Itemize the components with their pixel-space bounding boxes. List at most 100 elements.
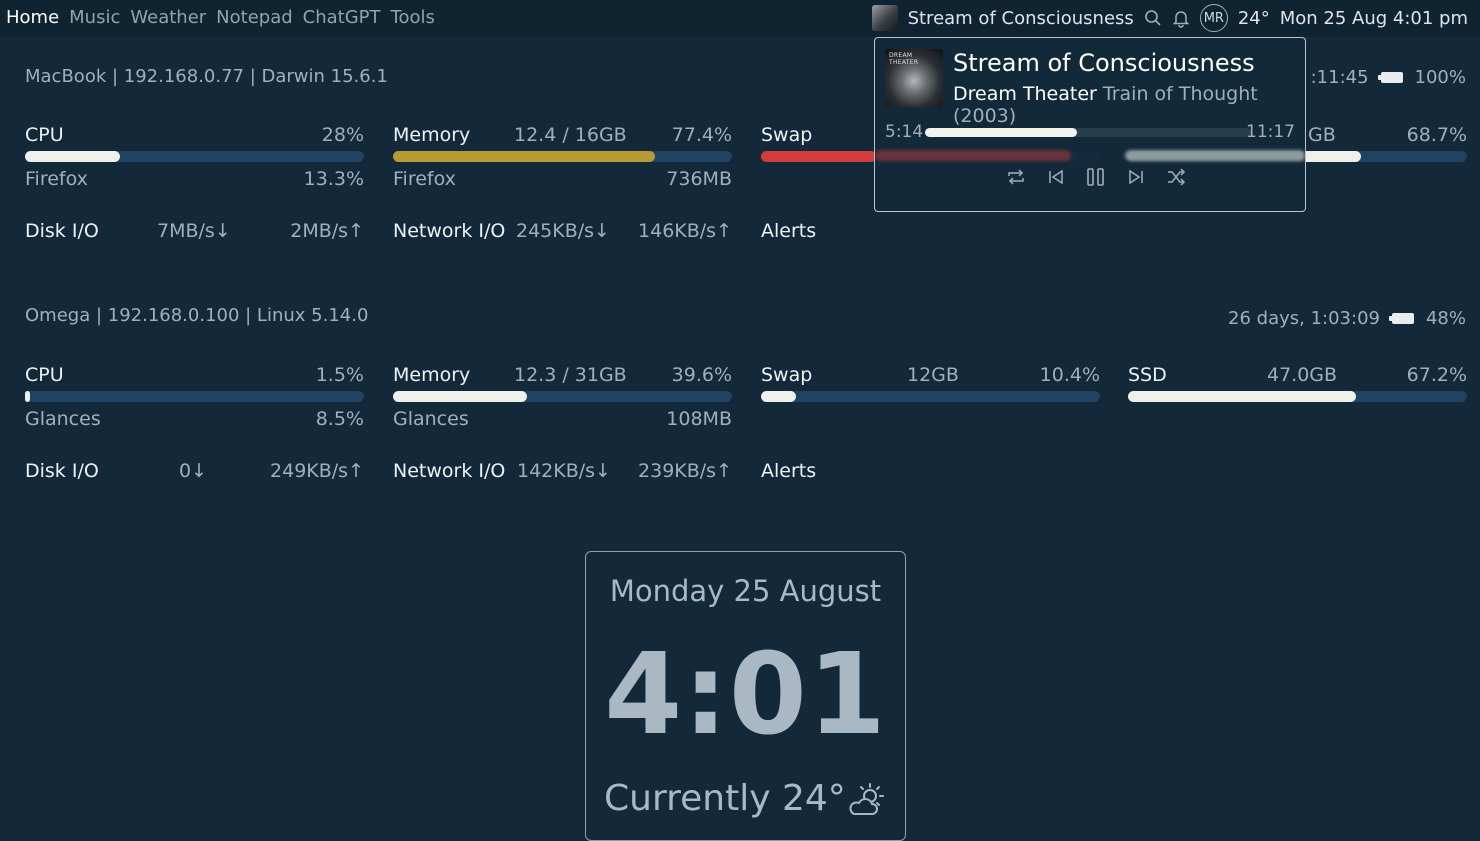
tab-music[interactable]: Music — [69, 7, 120, 28]
top-process: Firefox — [25, 168, 88, 190]
top-process: Glances — [25, 408, 101, 430]
top-process-value: 13.3% — [303, 168, 364, 190]
usage-bar-fill — [1128, 391, 1356, 402]
playback-scrubber[interactable] — [925, 128, 1251, 137]
alerts: Alerts — [761, 460, 1100, 486]
search-icon[interactable] — [1144, 9, 1162, 27]
topbar-datetime[interactable]: Mon 25 Aug 4:01 pm — [1280, 8, 1468, 29]
metric-percent: 10.4% — [1039, 364, 1100, 386]
alerts-label[interactable]: Alerts — [761, 460, 816, 482]
next-icon[interactable] — [1125, 166, 1147, 188]
metric-percent: 1.5% — [315, 364, 364, 386]
playback-progress — [925, 128, 1077, 137]
memory-widget: Memory 12.3 / 31GB 39.6% Glances 108MB — [393, 364, 732, 432]
top-process: Glances — [393, 408, 469, 430]
previous-icon[interactable] — [1045, 166, 1067, 188]
usage-bar-fill — [761, 391, 797, 402]
io-label: Disk I/O — [25, 460, 99, 482]
nav-tabs: Home Music Weather Notepad ChatGPT Tools — [6, 7, 435, 28]
top-process-value: 8.5% — [315, 408, 364, 430]
now-playing-title[interactable]: Stream of Consciousness — [908, 8, 1134, 29]
now-playing-album-art[interactable] — [871, 5, 898, 31]
memory-widget: Memory 12.4 / 16GB 77.4% Firefox 736MB — [393, 124, 732, 192]
clock-time: 4:01 — [604, 630, 887, 760]
io-label: Disk I/O — [25, 220, 99, 242]
usage-bar — [25, 151, 364, 162]
io-upload-rate: 146KB/s↑ — [638, 220, 732, 242]
usage-bar-fill — [393, 151, 656, 162]
current-weather: Currently 24° — [604, 778, 846, 819]
ghost-bar — [1125, 150, 1305, 161]
network-io: Network I/O 142KB/s↓ 239KB/s↑ — [393, 460, 732, 486]
io-upload-rate: 239KB/s↑ — [638, 460, 732, 482]
top-process-value: 108MB — [666, 408, 732, 430]
shuffle-icon[interactable] — [1165, 166, 1187, 188]
bell-icon[interactable] — [1172, 8, 1190, 28]
metric-detail: 47.0GB — [1267, 364, 1338, 386]
host-header-omega: Omega | 192.168.0.100 | Linux 5.14.0 — [25, 305, 369, 326]
metric-percent: 67.2% — [1406, 364, 1467, 386]
repeat-icon[interactable] — [1005, 166, 1027, 188]
usage-bar-fill — [761, 151, 876, 162]
metric-percent: 39.6% — [671, 364, 732, 386]
io-download-rate: 245KB/s↓ — [516, 220, 610, 242]
usage-bar-fill — [25, 391, 31, 402]
usage-bar-fill — [25, 151, 120, 162]
battery-percent: 100% — [1414, 67, 1466, 88]
usage-bar-fill — [393, 391, 528, 402]
io-write-rate: 249KB/s↑ — [270, 460, 364, 482]
status-area: Stream of Consciousness MR 24° Mon 25 Au… — [871, 4, 1468, 32]
metric-label: CPU — [25, 364, 64, 386]
disk-io: Disk I/O 0↓ 249KB/s↑ — [25, 460, 364, 486]
partly-sunny-icon — [848, 782, 888, 822]
cpu-widget: CPU 28% Firefox 13.3% — [25, 124, 364, 192]
track-subtitle: Dream Theater Train of Thought (2003) — [953, 83, 1305, 127]
avatar[interactable]: MR — [1199, 4, 1228, 32]
metric-percent: 28% — [321, 124, 364, 146]
metric-label: Swap — [761, 124, 813, 146]
io-read-rate: 7MB/s↓ — [157, 220, 231, 242]
player-controls — [1005, 166, 1187, 188]
uptime: 26 days, 1:03:09 — [1228, 308, 1380, 329]
pause-icon[interactable] — [1085, 166, 1107, 188]
metric-percent: 68.7% — [1406, 124, 1467, 146]
metric-label: CPU — [25, 124, 64, 146]
io-label: Network I/O — [393, 460, 506, 482]
metric-detail: 12GB — [907, 364, 959, 386]
metric-label: Swap — [761, 364, 813, 386]
track-title: Stream of Consciousness — [953, 49, 1255, 77]
elapsed-time: 5:14 — [885, 122, 924, 142]
tab-notepad[interactable]: Notepad — [216, 7, 293, 28]
battery-percent: 48% — [1425, 308, 1466, 329]
tab-home[interactable]: Home — [6, 7, 59, 28]
metric-detail: GB — [1308, 124, 1336, 146]
usage-bar — [393, 151, 732, 162]
host-status-omega: 26 days, 1:03:09 48% — [1228, 308, 1466, 329]
track-artist: Dream Theater — [953, 83, 1097, 105]
uptime: :11:45 — [1310, 67, 1369, 88]
battery-icon — [1377, 72, 1403, 83]
top-process-value: 736MB — [666, 168, 732, 190]
usage-bar — [25, 391, 364, 402]
disk-io: Disk I/O 7MB/s↓ 2MB/s↑ — [25, 220, 364, 246]
clock-card: Monday 25 August 4:01 Currently 24° — [585, 551, 906, 841]
io-write-rate: 2MB/s↑ — [290, 220, 364, 242]
usage-bar — [761, 391, 1100, 402]
tab-weather[interactable]: Weather — [130, 7, 206, 28]
tab-tools[interactable]: Tools — [391, 7, 435, 28]
alerts: Alerts — [761, 220, 1100, 246]
metric-label: SSD — [1128, 364, 1167, 386]
topbar-temperature[interactable]: 24° — [1238, 8, 1270, 29]
host-header-macbook: MacBook | 192.168.0.77 | Darwin 15.6.1 — [25, 66, 388, 87]
metric-label: Memory — [393, 364, 471, 386]
usage-bar — [393, 391, 732, 402]
metric-percent: 77.4% — [671, 124, 732, 146]
alerts-label[interactable]: Alerts — [761, 220, 816, 242]
tab-chatgpt[interactable]: ChatGPT — [303, 7, 381, 28]
io-download-rate: 142KB/s↓ — [517, 460, 611, 482]
now-playing-popover: DREAM THEATER Stream of Consciousness Dr… — [874, 37, 1306, 212]
usage-bar — [1128, 391, 1467, 402]
host-status-macbook: :11:45 100% — [1311, 67, 1466, 88]
network-io: Network I/O 245KB/s↓ 146KB/s↑ — [393, 220, 732, 246]
ghost-bar — [875, 150, 1071, 161]
